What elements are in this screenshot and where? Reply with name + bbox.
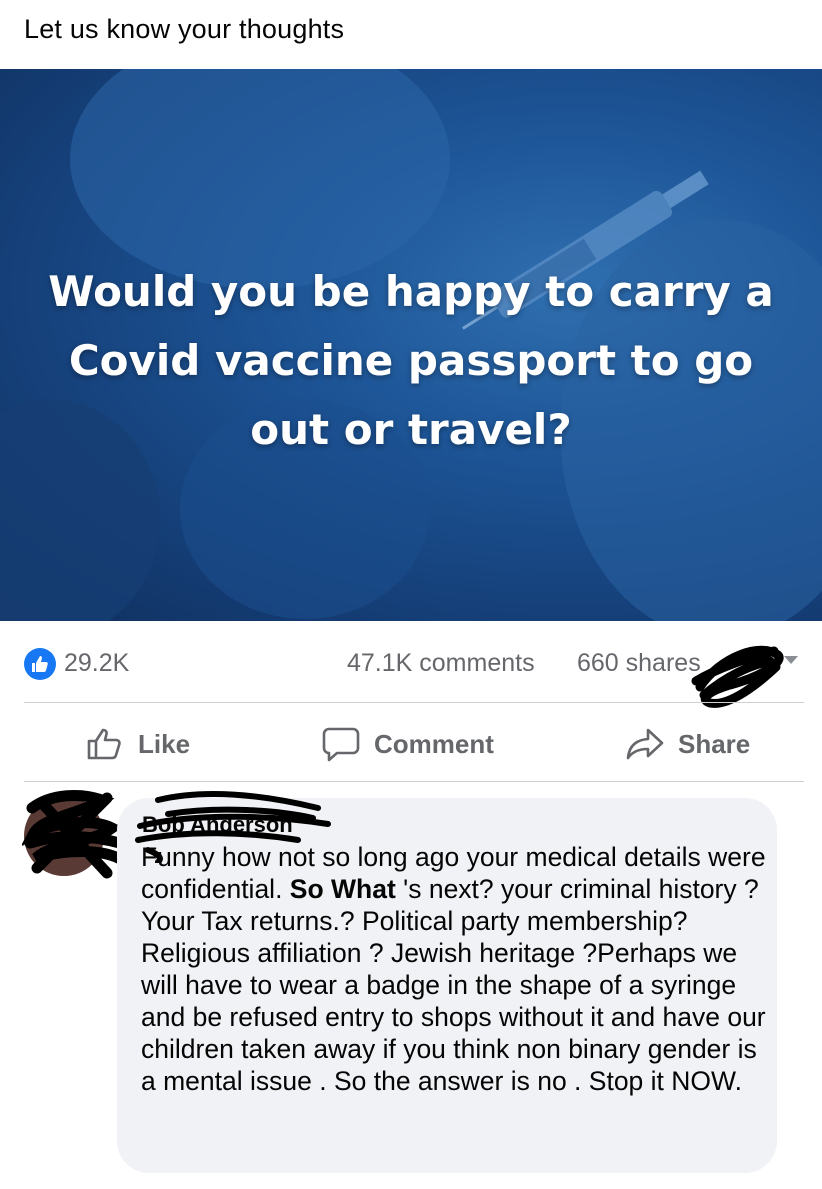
thumbs-up-icon bbox=[87, 728, 121, 760]
image-headline: Would you be happy to carry a Covid vacc… bbox=[0, 257, 822, 464]
comment-text: Funny how not so long ago your medical d… bbox=[141, 841, 771, 1097]
post-actions: Like Comment Share bbox=[0, 716, 822, 772]
comment-text-bold: So What bbox=[289, 874, 396, 904]
comment-label: Comment bbox=[374, 728, 494, 759]
post-image[interactable]: Would you be happy to carry a Covid vacc… bbox=[0, 69, 822, 621]
redaction-scribble bbox=[691, 645, 784, 708]
post-text: Let us know your thoughts bbox=[24, 14, 345, 44]
like-label: Like bbox=[138, 728, 191, 759]
comments-count[interactable]: 47.1K comments bbox=[347, 649, 535, 678]
like-reaction-icon[interactable] bbox=[24, 648, 56, 680]
shares-count[interactable]: 660 shares bbox=[577, 649, 701, 678]
share-arrow-icon bbox=[626, 728, 664, 760]
headline-line: Covid vaccine passport to go bbox=[68, 336, 754, 385]
image-shape bbox=[70, 69, 450, 289]
reactions-count[interactable]: 29.2K bbox=[64, 649, 129, 678]
redaction-scribble bbox=[22, 790, 128, 879]
like-button[interactable]: Like bbox=[86, 716, 190, 772]
divider bbox=[24, 781, 804, 782]
comment-icon bbox=[322, 727, 360, 762]
headline-line: Would you be happy to carry a bbox=[48, 267, 774, 316]
divider bbox=[24, 702, 804, 703]
comment-text-part: 's next? your criminal history ? Your Ta… bbox=[141, 874, 766, 1096]
options-caret-icon[interactable] bbox=[784, 656, 798, 664]
share-button[interactable]: Share bbox=[626, 716, 750, 772]
comment-button[interactable]: Comment bbox=[322, 716, 494, 772]
headline-line: out or travel? bbox=[250, 405, 572, 454]
share-label: Share bbox=[678, 728, 751, 759]
